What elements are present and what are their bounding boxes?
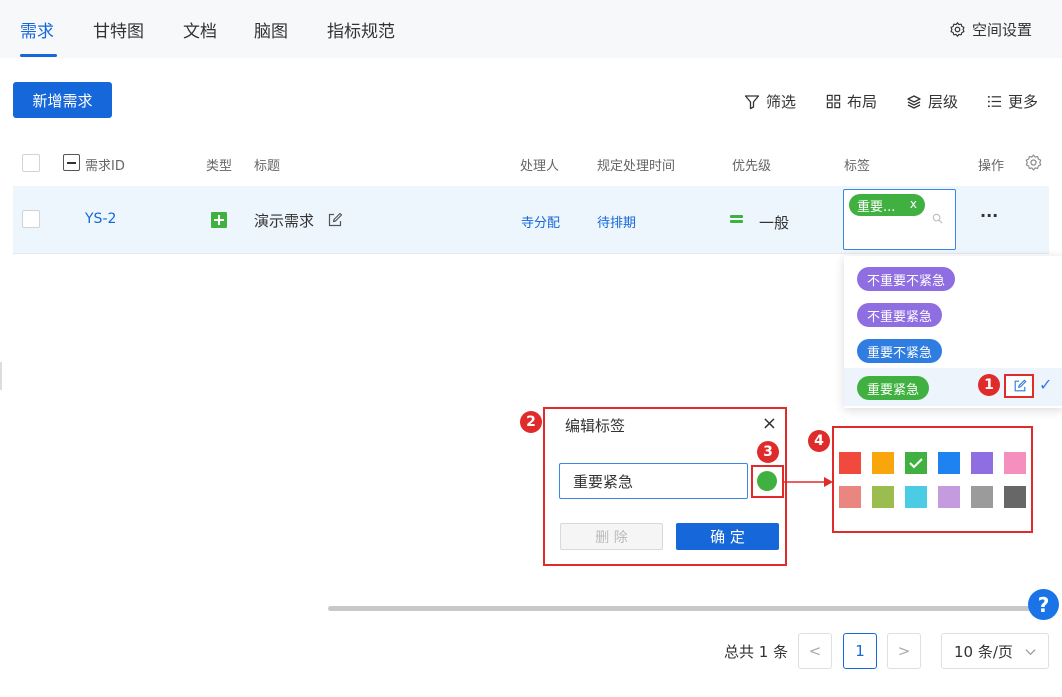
edit-tag-dialog: 编辑标签 × 删 除 确 定 — [545, 409, 785, 564]
annotation-badge-1: 1 — [978, 374, 1000, 396]
color-swatch[interactable] — [872, 452, 894, 474]
color-swatch[interactable] — [938, 452, 960, 474]
annotation-badge-2: 2 — [520, 411, 542, 433]
prev-page-button[interactable]: < — [798, 633, 832, 669]
panel-edge — [0, 362, 2, 390]
add-requirement-button[interactable]: 新增需求 — [13, 82, 112, 118]
tab-metrics[interactable]: 指标规范 — [327, 17, 395, 42]
tag-option[interactable]: 重要不紧急 — [844, 332, 1062, 368]
level-label: 层级 — [928, 93, 959, 111]
requirement-id-link[interactable]: YS-2 — [85, 211, 116, 227]
page-size-value: 10 条/页 — [954, 642, 1013, 661]
tag-option-label: 重要不紧急 — [857, 339, 943, 363]
close-icon[interactable]: × — [762, 413, 777, 434]
page-size-select[interactable]: 10 条/页 — [941, 633, 1049, 669]
total-count: 总共 1 条 — [724, 643, 789, 661]
more-label: 更多 — [1008, 93, 1039, 111]
horizontal-scrollbar[interactable] — [328, 606, 1048, 611]
search-icon — [932, 213, 943, 224]
header-priority[interactable]: 优先级 — [732, 155, 771, 174]
tag-option-label: 不重要紧急 — [857, 303, 943, 327]
select-all-checkbox[interactable] — [22, 154, 40, 172]
arrow-icon — [784, 477, 833, 487]
color-picker-button[interactable] — [757, 471, 777, 491]
active-tab-indicator — [20, 54, 57, 57]
tag-option-label: 重要紧急 — [857, 376, 930, 400]
annotation-badge-4: 4 — [808, 430, 830, 452]
color-swatch[interactable] — [872, 486, 894, 508]
list-icon — [987, 95, 1002, 108]
annotation-box-palette — [832, 426, 1033, 533]
color-swatch[interactable] — [905, 486, 927, 508]
filter-icon — [744, 94, 760, 109]
table-row[interactable]: YS-2 演示需求 寺分配 待排期 一般 重要... x ··· — [13, 186, 1049, 254]
tab-mindmap[interactable]: 脑图 — [254, 17, 288, 42]
color-swatch[interactable] — [1004, 486, 1026, 508]
edit-icon — [1014, 379, 1027, 392]
edit-tag-button[interactable] — [1004, 374, 1034, 398]
requirement-title[interactable]: 演示需求 — [254, 210, 314, 231]
priority-icon — [730, 215, 743, 223]
priority-value[interactable]: 一般 — [759, 212, 789, 233]
header-due-time[interactable]: 规定处理时间 — [597, 155, 675, 174]
selected-tag-label: 重要... — [857, 199, 896, 215]
tab-gantt[interactable]: 甘特图 — [93, 17, 144, 42]
chevron-down-icon — [1025, 649, 1036, 656]
color-swatch[interactable] — [971, 452, 993, 474]
table-header: 需求ID 类型 标题 处理人 规定处理时间 优先级 标签 操作 — [13, 142, 1049, 184]
edit-title-icon[interactable] — [327, 212, 343, 228]
color-swatch[interactable] — [839, 486, 861, 508]
space-settings-label: 空间设置 — [971, 21, 1032, 39]
row-more-actions[interactable]: ··· — [980, 206, 998, 225]
page-1-button[interactable]: 1 — [843, 633, 877, 669]
header-id[interactable]: 需求ID — [85, 155, 125, 174]
color-swatch[interactable] — [938, 486, 960, 508]
tag-option-label: 不重要不紧急 — [857, 267, 956, 291]
remove-tag-icon[interactable]: x — [910, 197, 917, 211]
color-swatch[interactable] — [839, 452, 861, 474]
check-icon — [909, 458, 923, 469]
delete-button[interactable]: 删 除 — [560, 523, 663, 550]
tag-name-input[interactable] — [559, 463, 748, 499]
tag-option[interactable]: 不重要紧急 — [844, 296, 1062, 332]
confirm-button[interactable]: 确 定 — [676, 523, 779, 550]
top-nav: 需求 甘特图 文档 脑图 指标规范 空间设置 — [0, 0, 1062, 58]
layers-icon — [907, 94, 921, 109]
layout-button[interactable]: 布局 — [826, 91, 877, 112]
color-swatch[interactable] — [1004, 452, 1026, 474]
space-settings-button[interactable]: 空间设置 — [949, 19, 1032, 40]
tab-docs[interactable]: 文档 — [183, 17, 217, 42]
header-tags[interactable]: 标签 — [844, 155, 870, 174]
assignee-value[interactable]: 寺分配 — [521, 212, 560, 231]
grid-icon — [826, 94, 841, 109]
color-swatch[interactable] — [905, 452, 927, 474]
next-page-button[interactable]: > — [887, 633, 921, 669]
header-type[interactable]: 类型 — [206, 155, 232, 174]
filter-label: 筛选 — [766, 93, 797, 111]
help-button[interactable]: ? — [1028, 589, 1059, 620]
header-assignee[interactable]: 处理人 — [520, 155, 559, 174]
column-settings-icon[interactable] — [1024, 153, 1043, 172]
dialog-title: 编辑标签 — [565, 417, 626, 435]
level-button[interactable]: 层级 — [906, 91, 958, 112]
tag-option[interactable]: 不重要不紧急 — [844, 260, 1062, 296]
tag-option-selected[interactable]: 重要紧急 ✓ — [844, 368, 1062, 406]
due-time-value[interactable]: 待排期 — [597, 212, 636, 231]
selected-check-icon: ✓ — [1039, 375, 1053, 394]
tag-selector[interactable]: 重要... x — [843, 189, 956, 250]
annotation-badge-3: 3 — [757, 441, 779, 463]
tag-dropdown: 不重要不紧急 不重要紧急 重要不紧急 重要紧急 ✓ — [844, 256, 1062, 408]
header-actions: 操作 — [978, 159, 1005, 174]
header-title[interactable]: 标题 — [254, 155, 280, 174]
gear-icon — [950, 22, 965, 37]
layout-label: 布局 — [847, 93, 878, 111]
more-button[interactable]: 更多 — [987, 91, 1038, 112]
requirement-type-icon — [211, 212, 227, 228]
filter-button[interactable]: 筛选 — [744, 91, 796, 112]
selected-tag-chip: 重要... x — [849, 194, 925, 216]
color-swatch[interactable] — [971, 486, 993, 508]
collapse-all-icon[interactable] — [63, 154, 80, 171]
tab-requirements[interactable]: 需求 — [20, 17, 54, 42]
row-checkbox[interactable] — [22, 210, 40, 228]
